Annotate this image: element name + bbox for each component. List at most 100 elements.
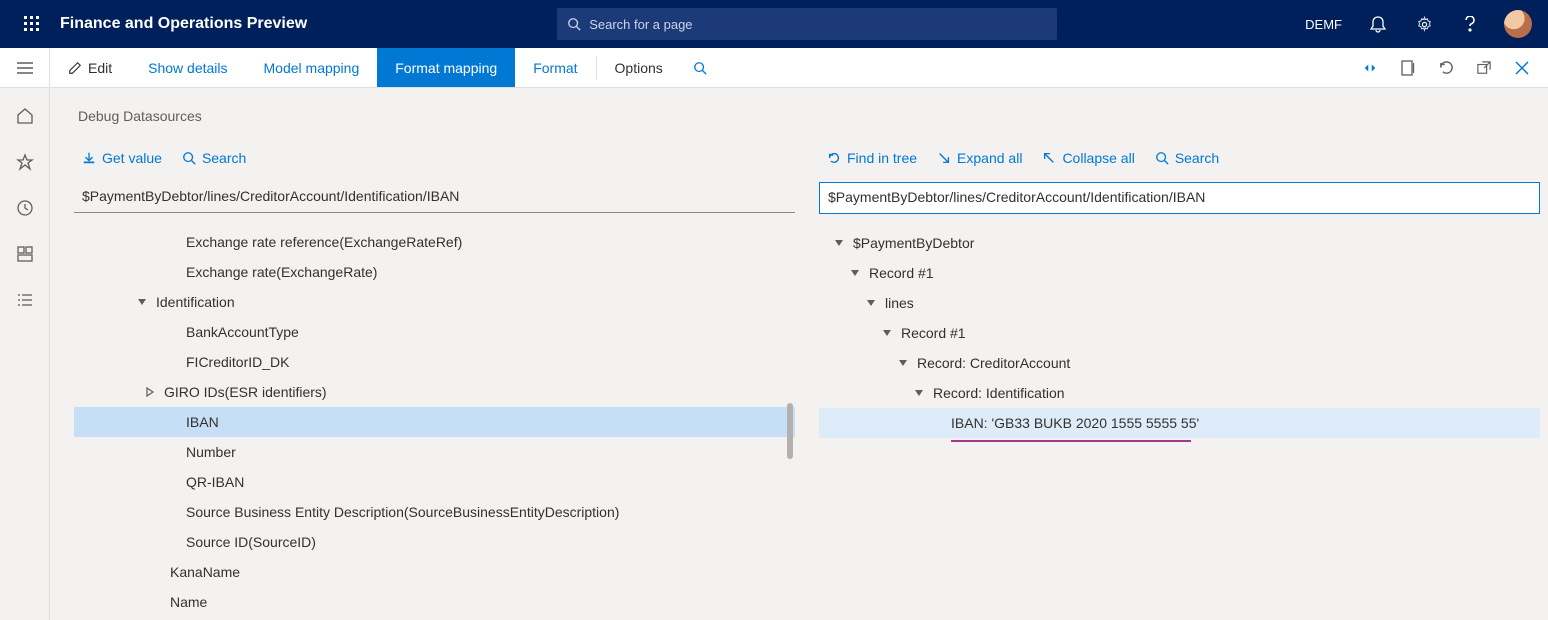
tree-item-label: Exchange rate reference(ExchangeRateRef): [186, 234, 462, 250]
tree-item[interactable]: IBAN: 'GB33 BUKB 2020 1555 5555 55': [819, 408, 1540, 438]
tree-item[interactable]: KanaName: [74, 557, 795, 587]
tree-item[interactable]: Source Business Entity Description(Sourc…: [74, 497, 795, 527]
home-icon[interactable]: [13, 104, 37, 128]
right-path-input[interactable]: [819, 182, 1540, 214]
favorites-icon[interactable]: [13, 150, 37, 174]
right-tree[interactable]: $PaymentByDebtor Record #1 lines Record #1 R…: [819, 228, 1540, 620]
expand-all-label: Expand all: [957, 150, 1022, 166]
collapse-all-button[interactable]: Collapse all: [1042, 150, 1134, 166]
notifications-icon[interactable]: [1358, 0, 1398, 48]
link-icon[interactable]: [1352, 48, 1388, 88]
left-column: Get value Search $PaymentByDebtor/lines/…: [74, 142, 795, 620]
tree-item[interactable]: Record #1: [819, 258, 1540, 288]
attach-window-icon[interactable]: [1390, 48, 1426, 88]
options-button[interactable]: Options: [597, 48, 681, 87]
tree-item[interactable]: GIRO IDs(ESR identifiers): [74, 377, 795, 407]
company-label[interactable]: DEMF: [1295, 0, 1352, 48]
search-icon: [693, 61, 707, 75]
tree-item[interactable]: lines: [819, 288, 1540, 318]
tree-item[interactable]: Record #1: [819, 318, 1540, 348]
show-details-button[interactable]: Show details: [130, 48, 245, 87]
search-placeholder: Search for a page: [589, 17, 692, 32]
user-avatar[interactable]: [1504, 10, 1532, 38]
format-button[interactable]: Format: [515, 48, 595, 87]
modules-icon[interactable]: [13, 288, 37, 312]
tree-item-label: Identification: [156, 294, 235, 310]
get-value-button[interactable]: Get value: [82, 150, 162, 166]
tree-item-label: KanaName: [170, 564, 240, 580]
expand-all-button[interactable]: Expand all: [937, 150, 1022, 166]
left-nav-rail: [0, 88, 50, 620]
find-in-tree-button[interactable]: Find in tree: [827, 150, 917, 166]
right-toolbar: Find in tree Expand all Collapse all Sea…: [819, 142, 1540, 174]
tree-item-label: QR-IBAN: [186, 474, 244, 490]
edit-label: Edit: [88, 60, 112, 76]
tree-item[interactable]: $PaymentByDebtor: [819, 228, 1540, 258]
scrollbar-thumb[interactable]: [787, 403, 793, 459]
tree-item-label: Record #1: [901, 325, 966, 341]
caret-icon: [895, 355, 911, 371]
refresh-icon[interactable]: [1428, 48, 1464, 88]
caret-icon: [134, 294, 150, 310]
settings-icon[interactable]: [1404, 0, 1444, 48]
tree-item-label: IBAN: 'GB33 BUKB 2020 1555 5555 55': [951, 415, 1199, 431]
tree-item[interactable]: IBAN: [74, 407, 795, 437]
tree-item-label: Exchange rate(ExchangeRate): [186, 264, 377, 280]
refresh-icon: [827, 151, 841, 165]
tree-item[interactable]: Record: CreditorAccount: [819, 348, 1540, 378]
model-mapping-button[interactable]: Model mapping: [246, 48, 378, 87]
tree-item-label: $PaymentByDebtor: [853, 235, 974, 251]
content-area: Debug Datasources Get value Search $Paym…: [50, 88, 1548, 620]
collapse-all-label: Collapse all: [1062, 150, 1134, 166]
collapse-icon: [1042, 151, 1056, 165]
expand-icon: [937, 151, 951, 165]
tree-item-label: FICreditorID_DK: [186, 354, 289, 370]
format-mapping-button[interactable]: Format mapping: [377, 48, 515, 87]
caret-icon: [142, 384, 158, 400]
caret-icon: [831, 235, 847, 251]
arrow-down-icon: [82, 151, 96, 165]
tree-item-label: IBAN: [186, 414, 219, 430]
tree-item[interactable]: BankAccountType: [74, 317, 795, 347]
tree-item[interactable]: Record: Identification: [819, 378, 1540, 408]
tree-item-label: Name: [170, 594, 207, 610]
close-button[interactable]: [1504, 48, 1540, 88]
left-search-label: Search: [202, 150, 246, 166]
tree-item-label: Record #1: [869, 265, 934, 281]
left-tree[interactable]: Exchange rate reference(ExchangeRateRef)…: [74, 227, 795, 620]
left-search-button[interactable]: Search: [182, 150, 246, 166]
workspaces-icon[interactable]: [13, 242, 37, 266]
tree-item[interactable]: Identification: [74, 287, 795, 317]
app-launcher-icon[interactable]: [8, 0, 56, 48]
left-toolbar: Get value Search: [74, 142, 795, 174]
page-title: Debug Datasources: [74, 108, 1540, 124]
tree-item-label: Record: Identification: [933, 385, 1065, 401]
tree-item[interactable]: Number: [74, 437, 795, 467]
edit-button[interactable]: Edit: [50, 48, 130, 87]
global-search-input[interactable]: Search for a page: [557, 8, 1057, 40]
nav-toggle-icon[interactable]: [0, 48, 50, 87]
right-column: Find in tree Expand all Collapse all Sea…: [819, 142, 1540, 620]
tree-item[interactable]: Exchange rate reference(ExchangeRateRef): [74, 227, 795, 257]
tree-item-label: Number: [186, 444, 236, 460]
left-path-display: $PaymentByDebtor/lines/CreditorAccount/I…: [74, 182, 795, 213]
caret-icon: [879, 325, 895, 341]
tree-item-label: GIRO IDs(ESR identifiers): [164, 384, 327, 400]
tree-item[interactable]: Source ID(SourceID): [74, 527, 795, 557]
search-icon: [567, 17, 581, 31]
accent-underline: [951, 440, 1191, 442]
tree-item-label: BankAccountType: [186, 324, 299, 340]
tree-item[interactable]: FICreditorID_DK: [74, 347, 795, 377]
caret-icon: [911, 385, 927, 401]
help-icon[interactable]: [1450, 0, 1490, 48]
get-value-label: Get value: [102, 150, 162, 166]
tree-item[interactable]: QR-IBAN: [74, 467, 795, 497]
pencil-icon: [68, 61, 82, 75]
command-search-button[interactable]: [681, 48, 719, 87]
right-search-button[interactable]: Search: [1155, 150, 1219, 166]
tree-item[interactable]: Name: [74, 587, 795, 617]
recent-icon[interactable]: [13, 196, 37, 220]
tree-item[interactable]: Exchange rate(ExchangeRate): [74, 257, 795, 287]
open-new-window-icon[interactable]: [1466, 48, 1502, 88]
search-icon: [1155, 151, 1169, 165]
